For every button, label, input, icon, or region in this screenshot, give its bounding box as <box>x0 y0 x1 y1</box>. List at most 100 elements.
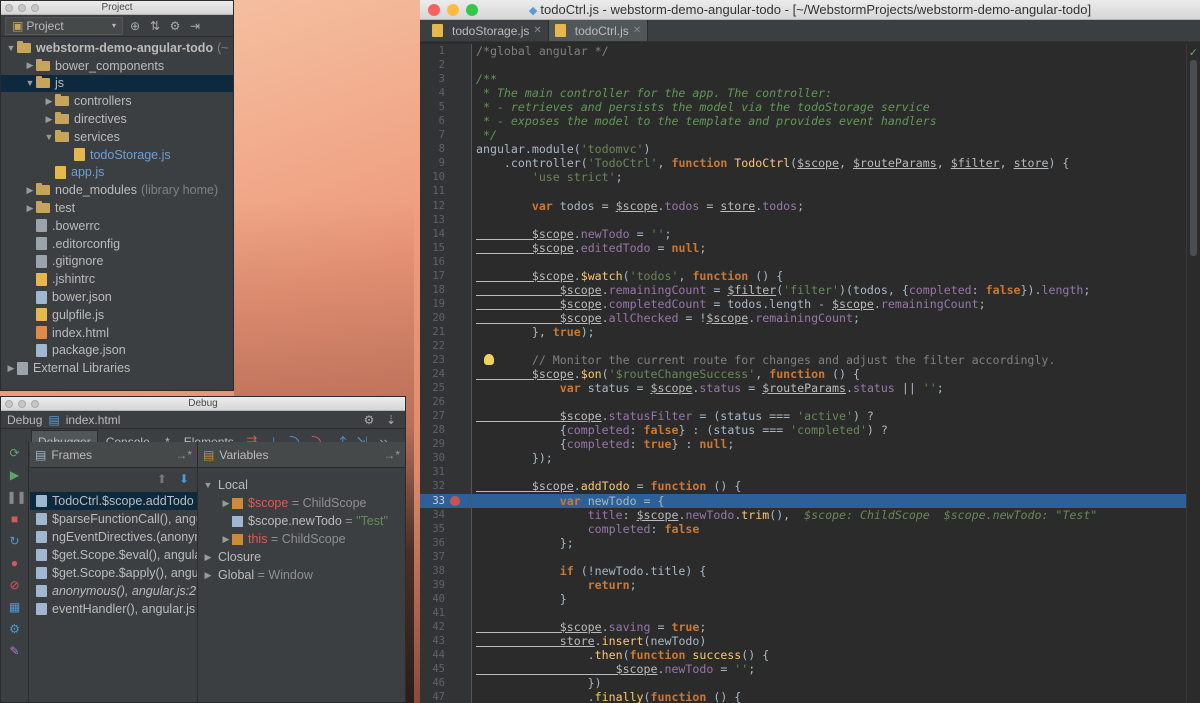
inspection-ok-icon: ✓ <box>1188 47 1198 59</box>
line-number: 8 <box>438 143 445 156</box>
code-line: */ <box>472 128 1186 142</box>
scroll-thumb[interactable] <box>1190 60 1197 256</box>
code-token: (newTodo) <box>643 633 707 648</box>
tree-item[interactable]: package.json <box>1 342 233 360</box>
tree-item-label: .bowerrc <box>52 218 100 233</box>
tree-item[interactable]: ▼ webstorm-demo-angular-todo (~ <box>1 39 233 57</box>
run-config-tab[interactable]: index.html <box>66 413 121 427</box>
pin-icon[interactable]: ✎ <box>7 644 23 658</box>
closure-group[interactable]: ▶ Closure <box>198 548 405 566</box>
close-light[interactable] <box>5 400 13 408</box>
breakpoint-icon[interactable] <box>450 495 460 506</box>
tree-item[interactable]: ▶ node_modules (library home) <box>1 181 233 199</box>
pin-arrow-icon[interactable]: →* <box>383 448 400 462</box>
code-token: allChecked <box>608 310 679 325</box>
line-number: 40 <box>432 592 445 605</box>
close-button[interactable] <box>428 4 440 16</box>
rerun-icon[interactable]: ⟳ <box>7 446 23 460</box>
view-breakpoints-icon[interactable]: ● <box>7 556 23 570</box>
tree-item[interactable]: .jshintrc <box>1 270 233 288</box>
frame-item[interactable]: ngEventDirectives.(anonym <box>30 528 197 546</box>
line-number: 22 <box>432 339 445 352</box>
minimize-light[interactable] <box>18 400 26 408</box>
code-line: $scope.$watch('todos', function () { <box>472 269 1186 283</box>
hide-icon[interactable]: ⇥ <box>187 19 203 33</box>
code-token: $scope <box>636 507 679 522</box>
tree-item[interactable]: todoStorage.js <box>1 146 233 164</box>
global-group[interactable]: ▶ Global = Window <box>198 566 405 584</box>
zoom-button[interactable] <box>466 4 478 16</box>
variable-item[interactable]: ▶ $scope = ChildScope <box>198 494 405 512</box>
code-token: status <box>852 381 895 396</box>
minimize-button[interactable] <box>447 4 459 16</box>
project-view-selector[interactable]: ▣ Project ▾ <box>5 16 123 35</box>
code-token: . <box>873 296 881 311</box>
mute-breakpoints-icon[interactable]: ⊘ <box>7 578 23 592</box>
local-group[interactable]: ▼ Local <box>198 476 405 494</box>
stop-icon[interactable]: ■ <box>7 512 23 526</box>
frame-item[interactable]: TodoCtrl.$scope.addTodo <box>30 492 197 510</box>
tab-todostorage[interactable]: todoStorage.js ✕ <box>426 20 549 41</box>
code-token: $scope <box>476 367 574 382</box>
folder-icon <box>36 183 50 196</box>
minimize-light[interactable] <box>18 4 26 12</box>
line-number: 2 <box>438 59 445 72</box>
tree-item[interactable]: app.js <box>1 164 233 182</box>
code-token: null <box>671 240 700 255</box>
tree-item[interactable]: ▶ test <box>1 199 233 217</box>
code-editor[interactable]: /*global angular */ /** * The main contr… <box>472 44 1186 703</box>
code-token: function <box>629 648 693 663</box>
variable-item[interactable]: $scope.newTodo = "Test" <box>198 512 405 530</box>
frame-item[interactable]: anonymous(), angular.js:2 <box>30 582 197 600</box>
tree-item[interactable]: ▼ js <box>1 74 233 93</box>
pin-arrow-icon[interactable]: →* <box>175 448 192 462</box>
code-line: 'use strict'; <box>472 170 1186 184</box>
code-line: $scope.saving = true; <box>472 620 1186 634</box>
frame-item[interactable]: $parseFunctionCall(), angu <box>30 510 197 528</box>
variable-item[interactable]: ▶ this = ChildScope <box>198 530 405 548</box>
code-token: trim <box>741 507 770 522</box>
frame-item[interactable]: $get.Scope.$eval(), angula <box>30 546 197 564</box>
tree-item[interactable]: ▼ services <box>1 128 233 146</box>
lightbulb-icon[interactable] <box>484 354 494 366</box>
frame-item[interactable]: eventHandler(), angular.js <box>30 600 197 618</box>
line-number: 6 <box>438 115 445 128</box>
line-number: 3 <box>438 73 445 86</box>
gear-icon[interactable]: ⚙ <box>361 413 377 427</box>
up-arrow-icon[interactable]: ⬆ <box>157 472 167 492</box>
resume-icon[interactable]: ▶ <box>7 468 23 482</box>
tree-item[interactable]: .bowerrc <box>1 217 233 235</box>
layout-icon[interactable]: ▦ <box>7 600 23 614</box>
frames-list: TodoCtrl.$scope.addTodo $parseFunctionCal… <box>30 492 197 618</box>
zoom-light[interactable] <box>31 4 39 12</box>
line-number-gutter[interactable]: 1 2 3 4 5 6 7 8 9 10 11 12 13 14 15 16 17 18 19 20 21 22 23 24 2… <box>420 44 472 703</box>
code-token: function <box>692 268 756 283</box>
locate-icon[interactable]: ⊕ <box>127 19 143 33</box>
code-token: { <box>476 437 567 452</box>
down-arrow-icon[interactable]: ⬇ <box>179 472 189 492</box>
gear-icon[interactable]: ⚙ <box>167 19 183 33</box>
code-token: ( <box>622 648 630 663</box>
tree-item[interactable]: ▶ controllers <box>1 92 233 110</box>
editor-scrollbar[interactable]: ✓ <box>1186 44 1200 703</box>
tree-item[interactable]: .editorconfig <box>1 235 233 253</box>
settings-icon[interactable]: ⚙ <box>7 622 23 636</box>
tree-item[interactable]: ▶ bower_components <box>1 57 233 75</box>
close-icon[interactable]: ✕ <box>633 25 641 36</box>
tree-item[interactable]: ▶ External Libraries <box>1 359 233 377</box>
close-icon[interactable]: ✕ <box>533 25 541 36</box>
tree-item[interactable]: ▶ directives <box>1 110 233 128</box>
tab-todoctrl[interactable]: todoCtrl.js ✕ <box>548 20 649 41</box>
code-token: $scope <box>476 226 574 241</box>
zoom-light[interactable] <box>31 400 39 408</box>
frame-item[interactable]: $get.Scope.$apply(), angu <box>30 564 197 582</box>
collapse-icon[interactable]: ⇅ <box>147 19 163 33</box>
close-light[interactable] <box>5 4 13 12</box>
hide-icon[interactable]: ⇣ <box>383 413 399 427</box>
tree-item[interactable]: gulpfile.js <box>1 306 233 324</box>
tree-item[interactable]: index.html <box>1 324 233 342</box>
tree-item[interactable]: .gitignore <box>1 253 233 271</box>
tree-item[interactable]: bower.json <box>1 288 233 306</box>
reload-icon[interactable]: ↻ <box>7 534 23 548</box>
pause-icon[interactable]: ❚❚ <box>7 490 27 504</box>
